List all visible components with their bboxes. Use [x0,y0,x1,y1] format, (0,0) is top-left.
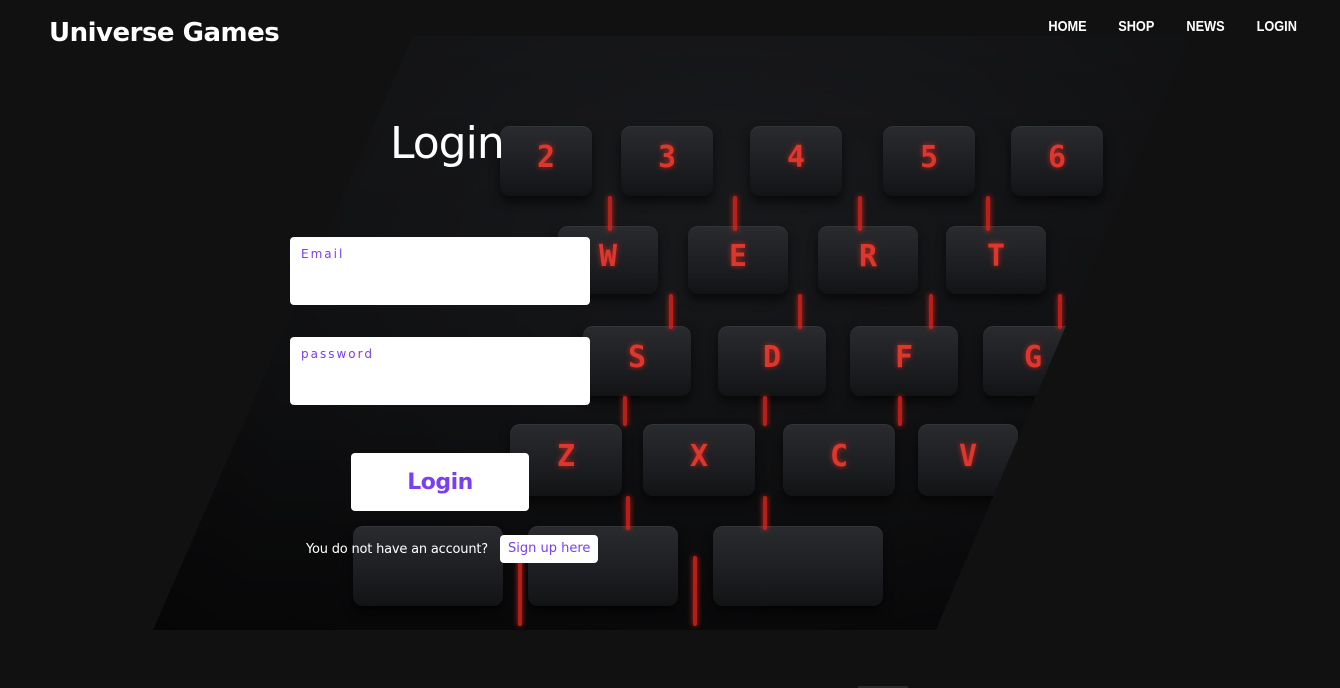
key-glow [733,196,737,231]
keyboard-key: 4 [750,126,842,196]
keyboard-key: X [643,424,755,496]
nav-home-link[interactable]: HOME [1048,18,1086,36]
key-glow [626,496,630,530]
email-input[interactable] [300,269,580,297]
key-glow [693,556,697,626]
email-label: Email [301,247,345,261]
signup-prompt: You do not have an account? [306,541,488,557]
keyboard-key: 5 [883,126,975,196]
keyboard-key: C [783,424,895,496]
email-field[interactable]: Email [290,237,590,305]
key-legend: S [627,340,647,375]
key-glow [608,196,612,231]
key-glow [986,196,990,231]
key-glow [858,196,862,231]
nav-news-link[interactable]: NEWS [1186,18,1224,36]
password-label: password [301,347,374,361]
keyboard-key [713,526,883,606]
signup-row: You do not have an account? Sign up here [306,535,599,563]
key-legend: 5 [919,140,939,175]
keyboard-key: T [946,226,1046,294]
key-glow [669,294,673,329]
key-legend: 6 [1047,140,1067,175]
key-glow [763,496,767,530]
key-glow [623,396,627,426]
page: 2 3 4 5 6 W E R T S D F G Z X C V Univer… [0,0,1340,688]
key-legend: D [762,340,782,375]
keyboard-key: E [688,226,788,294]
key-glow [1058,294,1062,329]
main-nav: HOME SHOP NEWS LOGIN [1045,18,1300,36]
key-legend: 3 [657,140,677,175]
login-title: Login [390,118,505,169]
keyboard-key: R [818,226,918,294]
password-field[interactable]: password [290,337,590,405]
login-button[interactable]: Login [351,453,529,511]
signup-link[interactable]: Sign up here [499,535,599,563]
key-glow [898,396,902,426]
nav-login-link[interactable]: LOGIN [1256,18,1296,36]
key-legend: C [829,439,849,474]
key-legend: 2 [536,140,556,175]
key-legend: G [1023,340,1043,375]
key-glow [763,396,767,426]
key-legend: F [894,340,914,375]
key-legend: T [986,239,1006,274]
key-legend: X [689,439,709,474]
keyboard-key: S [583,326,691,396]
site-logo[interactable]: Universe Games [49,18,280,48]
key-legend: R [858,239,878,274]
keyboard-key: 6 [1011,126,1103,196]
keyboard-key: F [850,326,958,396]
keyboard-key: G [983,326,1083,396]
key-glow [518,556,522,626]
key-legend: 4 [786,140,806,175]
key-glow [798,294,802,329]
password-input[interactable] [300,369,580,397]
key-legend: V [958,439,978,474]
keyboard-key: 3 [621,126,713,196]
nav-shop-link[interactable]: SHOP [1118,18,1154,36]
keyboard-key: D [718,326,826,396]
keyboard-key: 2 [500,126,592,196]
keyboard-key: V [918,424,1018,496]
key-legend: E [728,239,748,274]
key-glow [929,294,933,329]
